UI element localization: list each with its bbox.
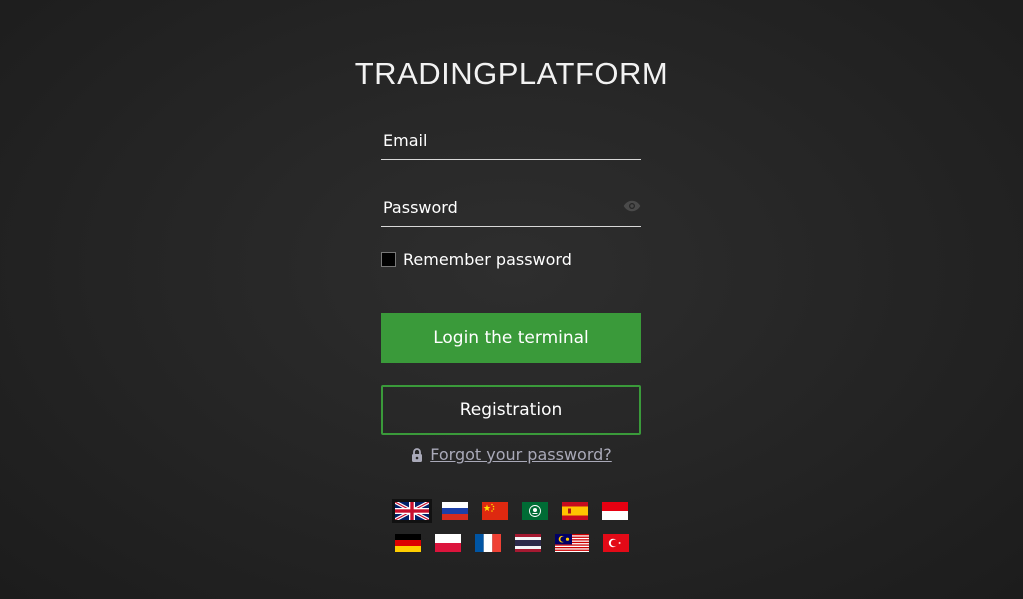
forgot-password-link[interactable]: Forgot your password? (430, 445, 612, 464)
remember-label[interactable]: Remember password (403, 250, 572, 269)
flag-arabic[interactable] (521, 502, 548, 520)
language-flags-row-2 (0, 534, 1023, 552)
flag-russian[interactable] (441, 502, 468, 520)
page-title: TRADINGPLATFORM (354, 56, 669, 91)
flag-turkish[interactable] (602, 534, 629, 552)
flag-spanish[interactable] (561, 502, 588, 520)
password-input[interactable] (381, 192, 613, 222)
language-flags-row-1 (0, 499, 1023, 523)
remember-password[interactable]: Remember password (381, 250, 572, 269)
flag-thai[interactable] (514, 534, 541, 552)
flag-french[interactable] (474, 534, 501, 552)
flag-german[interactable] (394, 534, 421, 552)
flag-chinese[interactable] (481, 502, 508, 520)
lock-icon (412, 447, 423, 462)
forgot-password: Forgot your password? (0, 445, 1023, 464)
flag-indonesian[interactable] (601, 502, 628, 520)
registration-button[interactable]: Registration (381, 385, 641, 435)
flag-english[interactable] (391, 499, 432, 523)
flag-malay[interactable] (554, 534, 589, 552)
eye-icon[interactable] (623, 197, 641, 215)
remember-checkbox[interactable] (381, 252, 396, 267)
email-field[interactable] (381, 125, 641, 160)
email-input[interactable] (381, 125, 613, 155)
login-button[interactable]: Login the terminal (381, 313, 641, 363)
password-field[interactable] (381, 192, 641, 227)
flag-polish[interactable] (434, 534, 461, 552)
